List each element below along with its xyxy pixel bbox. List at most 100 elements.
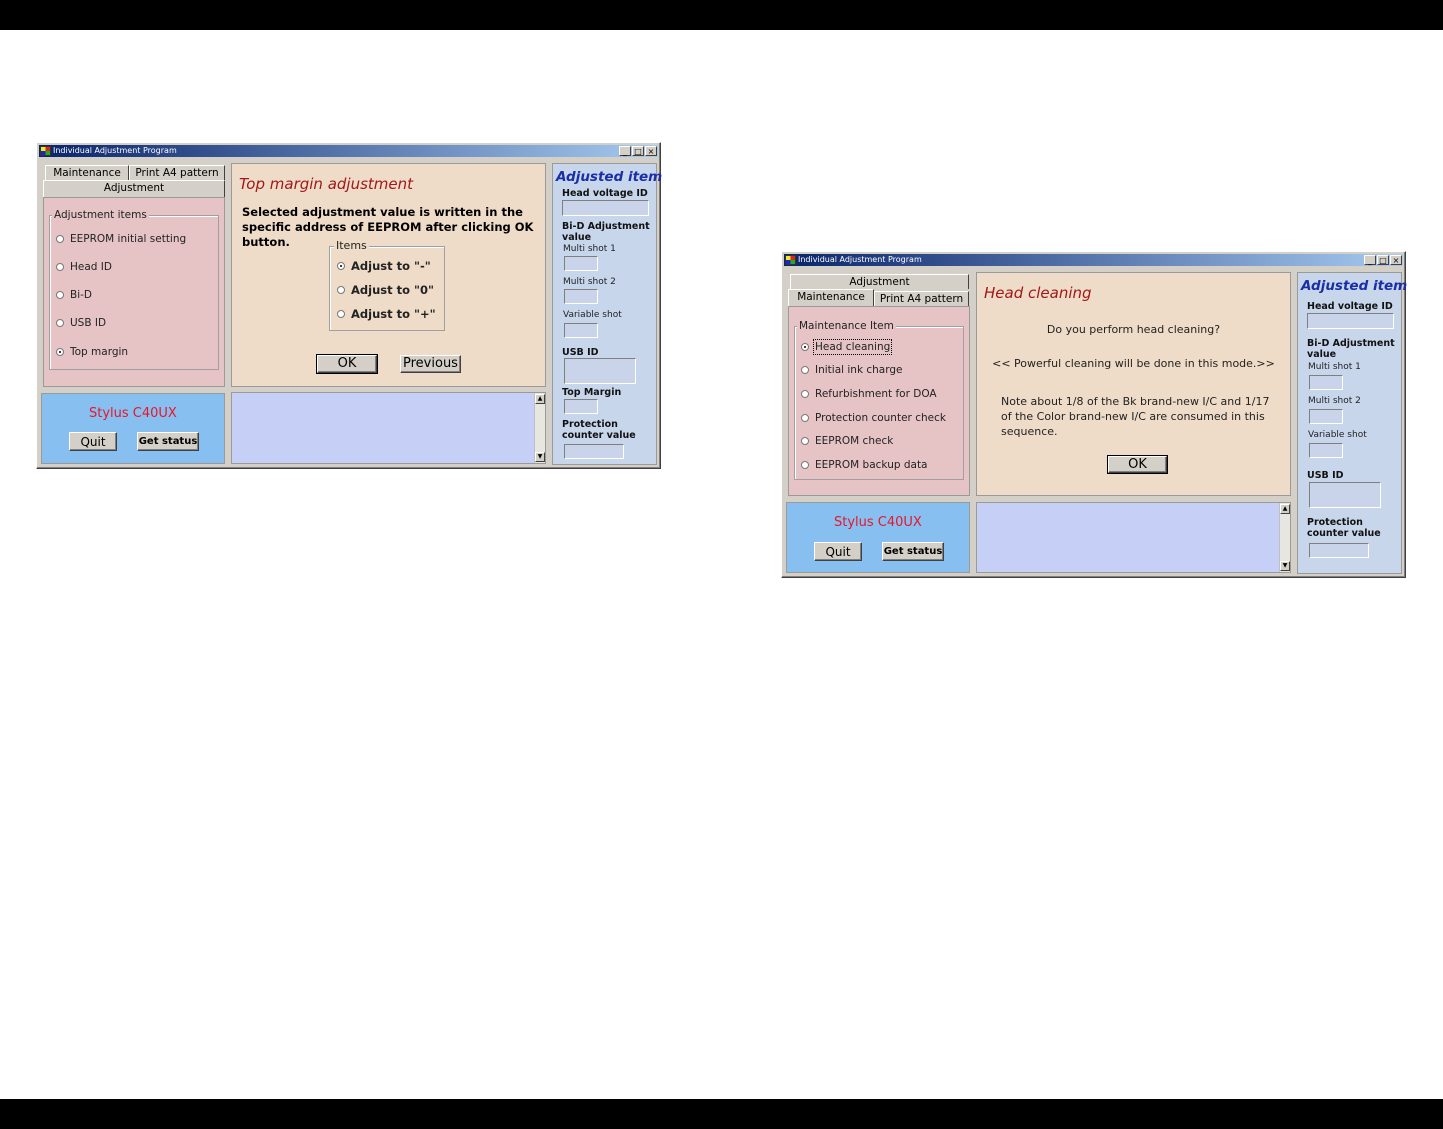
multi-shot-1-label: Multi shot 1 <box>563 244 616 254</box>
model-panel: Stylus C40UX Quit Get status <box>41 393 225 464</box>
minimize-icon[interactable]: _ <box>1364 255 1376 265</box>
protection-counter-field <box>1309 543 1369 558</box>
radio-initial-ink-charge[interactable]: Initial ink charge <box>801 364 903 376</box>
maximize-icon[interactable]: □ <box>1377 255 1389 265</box>
head-voltage-label: Head voltage ID <box>1307 301 1393 312</box>
radio-refurbishment-for-doa[interactable]: Refurbishment for DOA <box>801 388 937 400</box>
radio-top-margin[interactable]: Top margin <box>56 346 128 358</box>
radio-label: Refurbishment for DOA <box>815 388 937 400</box>
radio-adjust-minus[interactable]: Adjust to "-" <box>337 259 431 273</box>
model-name: Stylus C40UX <box>834 515 922 530</box>
radio-label: Adjust to "+" <box>351 307 436 321</box>
multi-shot-2-field <box>1309 409 1343 424</box>
scroll-up-icon[interactable]: ▲ <box>535 394 545 404</box>
ink-consumption-note: Note about 1/8 of the Bk brand-new I/C a… <box>1001 395 1270 438</box>
get-status-button[interactable]: Get status <box>882 542 944 561</box>
radio-dot <box>56 263 64 271</box>
variable-shot-field <box>1309 443 1343 458</box>
radio-label: Protection counter check <box>815 412 946 424</box>
radio-dot <box>56 348 64 356</box>
radio-dot <box>801 437 809 445</box>
items-group-label: Items <box>334 239 369 252</box>
tab-print-a4-pattern[interactable]: Print A4 pattern <box>874 291 969 306</box>
radio-dot <box>337 286 345 294</box>
adjusted-item-panel: Adjusted item Head voltage ID Bi-D Adjus… <box>1297 272 1407 574</box>
protection-counter-field <box>564 444 624 459</box>
usb-id-label: USB ID <box>1307 470 1344 481</box>
tab-maintenance[interactable]: Maintenance <box>45 165 129 180</box>
radio-eeprom-backup-data[interactable]: EEPROM backup data <box>801 459 928 471</box>
log-panel[interactable]: ▲ ▼ <box>231 392 546 464</box>
tab-adjustment[interactable]: Adjustment <box>790 274 969 289</box>
protection-counter-label: Protection counter value <box>562 419 636 441</box>
radio-bi-d[interactable]: Bi-D <box>56 289 92 301</box>
radio-adjust-zero[interactable]: Adjust to "0" <box>337 283 434 297</box>
radio-label: EEPROM initial setting <box>70 233 187 245</box>
close-icon[interactable]: × <box>645 146 657 156</box>
get-status-button[interactable]: Get status <box>137 432 199 451</box>
previous-button[interactable]: Previous <box>400 355 461 373</box>
multi-shot-1-field <box>1309 375 1343 390</box>
radio-head-cleaning[interactable]: Head cleaning <box>801 339 893 355</box>
powerful-cleaning-note: << Powerful cleaning will be done in thi… <box>992 357 1275 370</box>
ok-button[interactable]: OK <box>316 354 378 374</box>
radio-dot <box>56 291 64 299</box>
window-head-cleaning: Individual Adjustment Program _ □ × Adju… <box>781 251 1407 578</box>
bid-adjustment-label: Bi-D Adjustment value <box>1307 338 1395 360</box>
model-panel: Stylus C40UX Quit Get status <box>786 502 970 573</box>
scroll-up-icon[interactable]: ▲ <box>1280 504 1290 514</box>
top-margin-label: Top Margin <box>562 387 622 398</box>
radio-adjust-plus[interactable]: Adjust to "+" <box>337 307 436 321</box>
radio-dot <box>801 414 809 422</box>
title-bar[interactable]: Individual Adjustment Program _ □ × <box>784 254 1403 266</box>
content-panel: Top margin adjustment Selected adjustmen… <box>231 163 546 387</box>
radio-dot <box>801 343 809 351</box>
adjustment-description: Selected adjustment value is written in … <box>242 205 534 249</box>
maximize-icon[interactable]: □ <box>632 146 644 156</box>
radio-head-id[interactable]: Head ID <box>56 261 112 273</box>
radio-usb-id[interactable]: USB ID <box>56 317 106 329</box>
tab-maintenance[interactable]: Maintenance <box>788 289 874 306</box>
adjusted-item-panel: Adjusted item Head voltage ID Bi-D Adjus… <box>552 163 662 465</box>
radio-label: Head ID <box>70 261 112 273</box>
radio-dot <box>801 461 809 469</box>
radio-dot <box>337 310 345 318</box>
content-panel: Head cleaning Do you perform head cleani… <box>976 272 1291 496</box>
ok-button[interactable]: OK <box>1107 455 1168 474</box>
usb-id-label: USB ID <box>562 347 599 358</box>
log-panel[interactable]: ▲ ▼ <box>976 502 1291 573</box>
tab-print-a4-pattern[interactable]: Print A4 pattern <box>129 165 225 180</box>
quit-button[interactable]: Quit <box>69 432 117 451</box>
app-icon <box>40 146 51 156</box>
maintenance-items-panel: Maintenance Item Head cleaning Initial i… <box>788 306 970 496</box>
radio-protection-counter-check[interactable]: Protection counter check <box>801 412 946 424</box>
variable-shot-label: Variable shot <box>1308 430 1367 440</box>
log-scrollbar[interactable]: ▲ ▼ <box>1279 503 1290 572</box>
protection-counter-label: Protection counter value <box>1307 517 1381 539</box>
page-title: Top margin adjustment <box>239 175 414 193</box>
variable-shot-field <box>564 323 598 338</box>
radio-dot <box>801 390 809 398</box>
app-icon <box>785 255 796 265</box>
multi-shot-2-label: Multi shot 2 <box>563 277 616 287</box>
scroll-down-icon[interactable]: ▼ <box>1280 561 1290 571</box>
head-voltage-field <box>1307 313 1394 329</box>
log-scrollbar[interactable]: ▲ ▼ <box>534 393 545 463</box>
radio-label: Adjust to "0" <box>351 283 434 297</box>
adjusted-item-title: Adjusted item <box>1301 278 1408 294</box>
minimize-icon[interactable]: _ <box>619 146 631 156</box>
bid-adjustment-label: Bi-D Adjustment value <box>562 221 650 243</box>
quit-button[interactable]: Quit <box>814 542 862 561</box>
tab-adjustment[interactable]: Adjustment <box>43 180 225 197</box>
close-icon[interactable]: × <box>1390 255 1402 265</box>
radio-label: Initial ink charge <box>815 364 903 376</box>
title-bar[interactable]: Individual Adjustment Program _ □ × <box>39 145 658 157</box>
scroll-down-icon[interactable]: ▼ <box>535 452 545 462</box>
radio-label: Top margin <box>70 346 129 358</box>
top-margin-field <box>564 399 598 414</box>
page-header-bar <box>0 0 1443 30</box>
radio-eeprom-initial-setting[interactable]: EEPROM initial setting <box>56 233 186 245</box>
head-cleaning-question: Do you perform head cleaning? <box>1046 323 1221 336</box>
radio-label: USB ID <box>70 317 107 329</box>
radio-eeprom-check[interactable]: EEPROM check <box>801 435 893 447</box>
